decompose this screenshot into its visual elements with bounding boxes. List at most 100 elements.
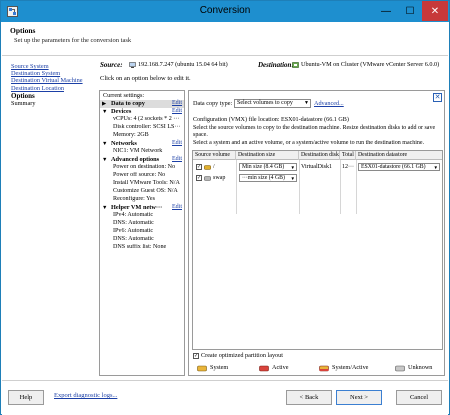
collapse-triangle-icon: ▼	[102, 205, 108, 211]
volumes-table: Source volume Destination size Destinati…	[192, 150, 443, 350]
setting-item: Reconfigure: Yes	[113, 196, 155, 202]
legend-label: Active	[272, 364, 289, 371]
cancel-button[interactable]: Cancel	[396, 390, 442, 405]
source-label: Source:	[100, 61, 123, 69]
column-header-destination-datastore[interactable]: Destination datastore	[356, 151, 442, 160]
nav-item-options: Options	[11, 91, 35, 100]
volume-legend: System Active System/Active Unknown	[189, 364, 444, 374]
section-title: Advanced options	[111, 156, 160, 163]
section-networks[interactable]: ▼ Networks Edit	[100, 140, 184, 148]
wizard-footer: Help Export diagnostic logs... < Back Ne…	[2, 380, 448, 415]
active-volume-icon	[259, 365, 269, 372]
title-bar: Conversion — ☐ ✕	[1, 1, 449, 22]
setting-item: NIC1: VM Network	[113, 148, 163, 154]
unknown-volume-icon	[395, 365, 405, 372]
current-settings-pane: Current settings: ▶ Data to copy Edit ▼ …	[99, 90, 185, 376]
data-copy-type-label: Data copy type:	[193, 100, 233, 107]
chevron-down-icon: ▼	[290, 176, 295, 181]
collapse-triangle-icon: ▼	[102, 157, 108, 163]
nav-item-source-system[interactable]: Source System	[11, 63, 97, 70]
section-title: Devices	[111, 108, 132, 115]
advanced-link[interactable]: Advanced...	[314, 100, 344, 107]
column-header-destination-disk[interactable]: Destination disk	[299, 151, 340, 160]
setting-item: Disk controller: SCSI LS···	[113, 124, 181, 130]
volume-checkbox[interactable]: ✓	[196, 175, 202, 181]
setting-item: Memory: 2GB	[113, 132, 149, 138]
back-button[interactable]: < Back	[286, 390, 332, 405]
setting-item: vCPUs: 4 (2 sockets * 2 ···	[113, 116, 180, 122]
edit-data-to-copy-link[interactable]: Edit	[172, 100, 182, 106]
setting-item: IPv6: Automatic	[113, 228, 154, 234]
table-row[interactable]: ✓ swap ···min size (4 GB) ▼	[193, 173, 442, 183]
edit-advanced-options-link[interactable]: Edit	[172, 156, 182, 162]
section-advanced-options[interactable]: ▼ Advanced options Edit	[100, 156, 184, 164]
nav-item-summary: Summary	[11, 99, 36, 107]
setting-item: DNS suffix list: None	[113, 244, 167, 250]
conversion-window: Conversion — ☐ ✕ Options Set up the para…	[0, 0, 450, 415]
column-header-source-volume[interactable]: Source volume	[193, 151, 236, 160]
wizard-steps-nav: Source System Destination System Destina…	[11, 63, 97, 107]
edit-devices-link[interactable]: Edit	[172, 108, 182, 114]
page-title: Options	[10, 26, 36, 35]
chevron-down-icon: ▼	[433, 165, 438, 170]
destination-datastore-select[interactable]: ESX01-datastore (66.1 GB) ▼	[358, 163, 440, 171]
data-copy-type-select[interactable]: Select volumes to copy ▼	[234, 99, 311, 108]
volume-checkbox[interactable]: ✓	[196, 164, 202, 170]
system-active-volume-icon	[319, 365, 329, 372]
destination-datastore-value: ESX01-datastore (66.1 GB)	[361, 164, 426, 170]
section-title: Networks	[111, 140, 137, 147]
expand-triangle-icon: ▶	[102, 101, 107, 107]
optimized-layout-checkbox[interactable]: ✓	[193, 353, 199, 359]
destination-size-select[interactable]: Min size (8.4 GB) ▼	[239, 163, 297, 171]
edit-helper-vm-network-link[interactable]: Edit	[172, 204, 182, 210]
destination-size-value: ···min size (4 GB)	[242, 175, 285, 181]
nav-item-destination-system[interactable]: Destination System	[11, 70, 97, 77]
destination-label: Destination:	[258, 61, 294, 69]
current-settings-heading: Current settings:	[103, 92, 145, 99]
legend-label: System/Active	[332, 364, 369, 371]
setting-item: Install VMware Tools: N/A	[113, 180, 180, 186]
maximize-button[interactable]: ☐	[398, 1, 422, 21]
system-volume-icon	[197, 365, 207, 372]
destination-value: Ubuntu-VM on Cluster (VMware vCenter Ser…	[301, 61, 440, 68]
chevron-down-icon: ▼	[304, 101, 309, 106]
nav-item-destination-virtual-machine[interactable]: Destination Virtual Machine	[11, 77, 97, 84]
unknown-volume-icon	[204, 176, 211, 181]
chevron-down-icon: ▼	[290, 165, 295, 170]
page-subtitle: Set up the parameters for the conversion…	[14, 37, 132, 44]
section-title: Data to copy	[111, 100, 145, 107]
virtual-machine-icon	[292, 62, 299, 68]
section-devices[interactable]: ▼ Devices Edit	[100, 108, 184, 116]
config-file-location: Configuration (VMX) file location: ESX01…	[193, 117, 349, 123]
section-helper-vm-network[interactable]: ▼ Helper VM netw··· Edit	[100, 204, 184, 212]
section-title: Helper VM netw···	[111, 204, 163, 211]
setting-item: IPv4: Automatic	[113, 212, 154, 218]
setting-item: DNS: Automatic	[113, 220, 154, 226]
edit-networks-link[interactable]: Edit	[172, 140, 182, 146]
edit-hint: Click on an option below to edit it.	[100, 75, 191, 82]
optimized-layout-label: Create optimized partition layout	[201, 352, 283, 359]
total-cell: 12···	[342, 164, 354, 170]
computer-icon	[129, 62, 136, 68]
minimize-button[interactable]: —	[374, 1, 398, 21]
export-diagnostic-logs-link[interactable]: Export diagnostic logs...	[54, 392, 117, 399]
source-value: 192.168.7.247 (ubuntu 15.04 64 bit)	[138, 61, 228, 68]
page-header: Options Set up the parameters for the co…	[2, 22, 448, 56]
system-volume-icon	[204, 165, 211, 170]
destination-size-select[interactable]: ···min size (4 GB) ▼	[239, 174, 297, 182]
collapse-triangle-icon: ▼	[102, 141, 108, 147]
next-button[interactable]: Next >	[336, 390, 382, 405]
help-button[interactable]: Help	[8, 390, 44, 405]
setting-item: Power off source: No	[113, 172, 166, 178]
section-data-to-copy[interactable]: ▶ Data to copy Edit	[100, 100, 184, 108]
column-header-destination-size[interactable]: Destination size	[236, 151, 299, 160]
nav-item-destination-location[interactable]: Destination Location	[11, 85, 97, 92]
column-header-total[interactable]: Total	[340, 151, 356, 160]
setting-item: Power on destination: No	[113, 164, 176, 170]
destination-disk-cell: VirtualDisk1	[301, 164, 332, 170]
source-volume-cell: /	[213, 164, 215, 170]
close-button[interactable]: ✕	[422, 1, 448, 21]
panel-close-icon[interactable]: ✕	[433, 93, 442, 102]
table-row[interactable]: ✓ / Min size (8.4 GB) ▼ VirtualDisk1 12·…	[193, 162, 442, 172]
legend-label: System	[210, 364, 229, 371]
